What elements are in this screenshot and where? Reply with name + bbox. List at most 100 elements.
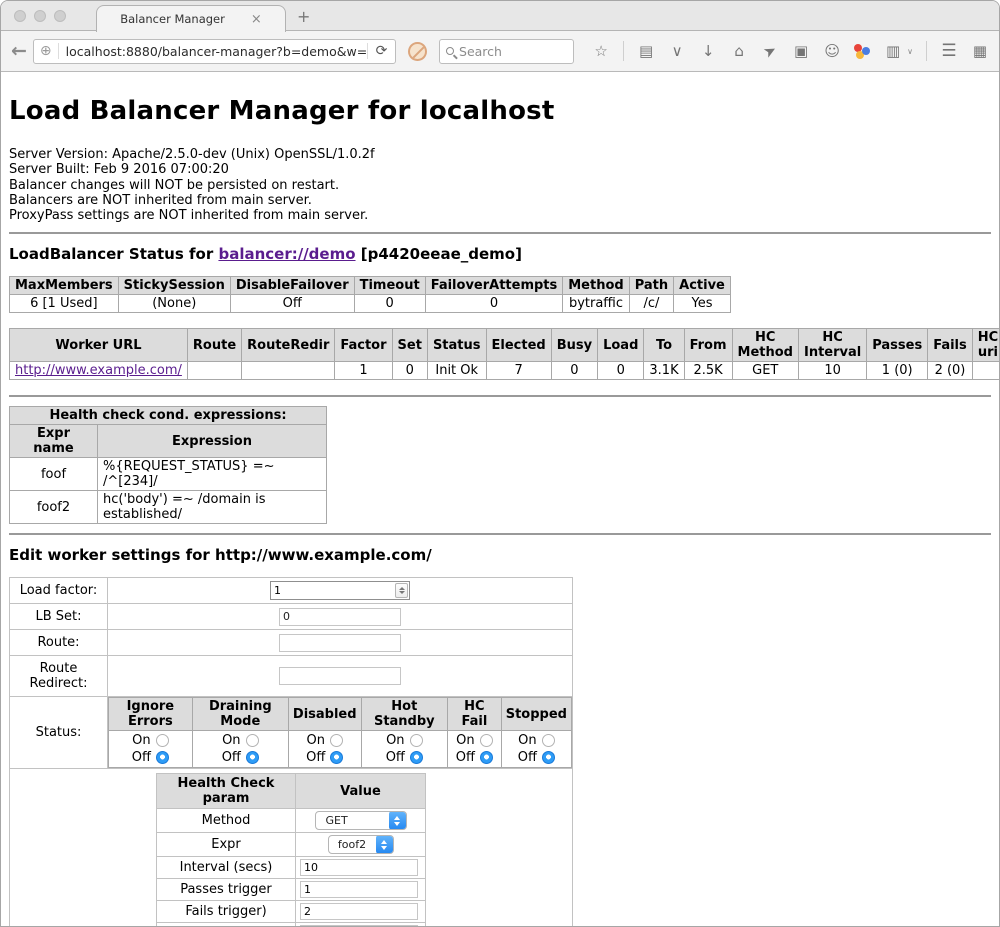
table-header-row: MaxMembers StickySession DisableFailover… bbox=[10, 277, 731, 295]
interval-input[interactable] bbox=[300, 859, 418, 876]
table-row: foof %{REQUEST_STATUS} =~ /^[234]/ bbox=[10, 458, 327, 491]
menu-icon[interactable]: ☰ bbox=[940, 41, 958, 61]
status-hot-standby-off-radio[interactable] bbox=[410, 751, 423, 764]
home-icon[interactable]: ⌂ bbox=[730, 42, 748, 60]
col-expression: Expression bbox=[98, 425, 327, 458]
col-fails: Fails bbox=[928, 329, 973, 362]
load-factor-field[interactable] bbox=[270, 581, 410, 600]
page-title: Load Balancer Manager for localhost bbox=[9, 72, 991, 126]
status-row: Status: Ignore Errors Draining Mode Disa… bbox=[10, 697, 573, 769]
status-radio-row: On Off On Off On Off bbox=[109, 731, 572, 768]
status-hc-fail-off-radio[interactable] bbox=[480, 751, 493, 764]
hc-uri-label: HC uri bbox=[157, 923, 296, 927]
route-label: Route: bbox=[10, 630, 108, 656]
close-window-button[interactable] bbox=[14, 10, 26, 22]
col-method: Method bbox=[563, 277, 629, 295]
divider bbox=[9, 395, 991, 397]
downloads-icon[interactable]: ↓ bbox=[699, 42, 717, 60]
col-stickysession: StickySession bbox=[118, 277, 230, 295]
cell-path: /c/ bbox=[629, 295, 673, 313]
cell-load: 0 bbox=[598, 362, 644, 380]
status-draining-mode-off-radio[interactable] bbox=[246, 751, 259, 764]
off-label: Off bbox=[222, 749, 241, 766]
number-stepper-icon[interactable] bbox=[395, 583, 408, 598]
status-ignore-errors-on-radio[interactable] bbox=[156, 734, 169, 747]
col-from: From bbox=[684, 329, 732, 362]
hc-uri-row: HC uri bbox=[157, 923, 426, 927]
route-input[interactable] bbox=[279, 634, 401, 652]
status-disabled-on-radio[interactable] bbox=[330, 734, 343, 747]
url-text[interactable]: localhost:8880/balancer-manager?b=demo&w… bbox=[59, 44, 367, 59]
send-tab-icon[interactable]: ➤ bbox=[758, 39, 782, 63]
load-factor-row: Load factor: bbox=[10, 578, 573, 604]
col-maxmembers: MaxMembers bbox=[10, 277, 119, 295]
status-hot-standby-on-radio[interactable] bbox=[410, 734, 423, 747]
status-ignore-errors-off-radio[interactable] bbox=[156, 751, 169, 764]
chevron-down-icon[interactable]: ∨ bbox=[907, 47, 913, 56]
col-path: Path bbox=[629, 277, 673, 295]
search-input[interactable] bbox=[459, 44, 567, 59]
tab-close-icon[interactable]: × bbox=[251, 12, 262, 27]
tab-balancer-manager[interactable]: Balancer Manager × bbox=[96, 5, 286, 32]
cell-active: Yes bbox=[674, 295, 731, 313]
off-label: Off bbox=[386, 749, 405, 766]
save-page-icon[interactable]: ▣ bbox=[792, 42, 810, 60]
extension-dots-icon[interactable] bbox=[854, 43, 871, 59]
feedback-smiley-icon[interactable]: ☺ bbox=[823, 42, 841, 60]
browser-window: Balancer Manager × + ← ⊕ localhost:8880/… bbox=[0, 0, 1000, 927]
status-disabled-off-radio[interactable] bbox=[330, 751, 343, 764]
grid-panel-icon[interactable]: ▦ bbox=[971, 42, 989, 60]
bookmark-star-icon[interactable]: ☆ bbox=[592, 42, 610, 60]
status-options-table: Ignore Errors Draining Mode Disabled Hot… bbox=[108, 697, 572, 768]
status-stopped-on-radio[interactable] bbox=[542, 734, 555, 747]
divider bbox=[9, 232, 991, 234]
toolbar-icons: ☆ ▤ ∨ ↓ ⌂ ➤ ▣ ☺ ▥ ∨ ☰ ▦ bbox=[592, 41, 989, 61]
search-bar[interactable] bbox=[439, 39, 574, 64]
cell-expression: %{REQUEST_STATUS} =~ /^[234]/ bbox=[98, 458, 327, 491]
notes-icon[interactable]: ▥ bbox=[884, 42, 902, 60]
passes-label: Passes trigger bbox=[157, 879, 296, 901]
minimize-window-button[interactable] bbox=[34, 10, 46, 22]
clipboard-icon[interactable]: ▤ bbox=[637, 42, 655, 60]
cell-elected: 7 bbox=[486, 362, 551, 380]
status-draining-mode-on-radio[interactable] bbox=[246, 734, 259, 747]
method-select[interactable]: GET bbox=[315, 811, 407, 830]
reload-icon[interactable]: ⟳ bbox=[368, 43, 396, 59]
col-set: Set bbox=[392, 329, 427, 362]
col-hc-interval: HC Interval bbox=[798, 329, 866, 362]
fails-input[interactable] bbox=[300, 903, 418, 920]
col-route: Route bbox=[187, 329, 241, 362]
status-stopped-off-radio[interactable] bbox=[542, 751, 555, 764]
off-label: Off bbox=[306, 749, 325, 766]
col-draining-mode: Draining Mode bbox=[192, 698, 288, 731]
url-bar[interactable]: ⊕ localhost:8880/balancer-manager?b=demo… bbox=[33, 39, 396, 64]
status-header-row: Ignore Errors Draining Mode Disabled Hot… bbox=[109, 698, 572, 731]
worker-url-link[interactable]: http://www.example.com/ bbox=[15, 363, 182, 378]
select-stepper-icon bbox=[376, 835, 393, 854]
load-factor-input[interactable] bbox=[271, 584, 395, 597]
pocket-icon[interactable]: ∨ bbox=[668, 42, 686, 60]
cell-busy: 0 bbox=[551, 362, 597, 380]
expr-select[interactable]: foof2 bbox=[328, 835, 394, 854]
table-header-row: Worker URL Route RouteRedir Factor Set S… bbox=[10, 329, 1000, 362]
content-blocked-icon[interactable] bbox=[408, 42, 427, 61]
health-check-expressions-table: Health check cond. expressions: Expr nam… bbox=[9, 406, 327, 524]
new-tab-button[interactable]: + bbox=[297, 7, 310, 26]
col-status: Status bbox=[427, 329, 486, 362]
passes-input[interactable] bbox=[300, 881, 418, 898]
cell-set: 0 bbox=[392, 362, 427, 380]
col-load: Load bbox=[598, 329, 644, 362]
lb-set-input[interactable] bbox=[279, 608, 401, 626]
col-busy: Busy bbox=[551, 329, 597, 362]
col-factor: Factor bbox=[335, 329, 392, 362]
server-built-line: Server Built: Feb 9 2016 07:00:20 bbox=[9, 162, 991, 177]
site-identity-icon[interactable]: ⊕ bbox=[34, 43, 58, 59]
cell-expr-name: foof2 bbox=[10, 491, 98, 524]
back-button[interactable]: ← bbox=[11, 40, 27, 62]
window-controls[interactable] bbox=[14, 10, 66, 22]
status-hc-fail-on-radio[interactable] bbox=[480, 734, 493, 747]
route-redirect-input[interactable] bbox=[279, 667, 401, 685]
hc-header-row: Health Check param Value bbox=[157, 774, 426, 809]
zoom-window-button[interactable] bbox=[54, 10, 66, 22]
balancer-demo-link[interactable]: balancer://demo bbox=[218, 245, 355, 263]
